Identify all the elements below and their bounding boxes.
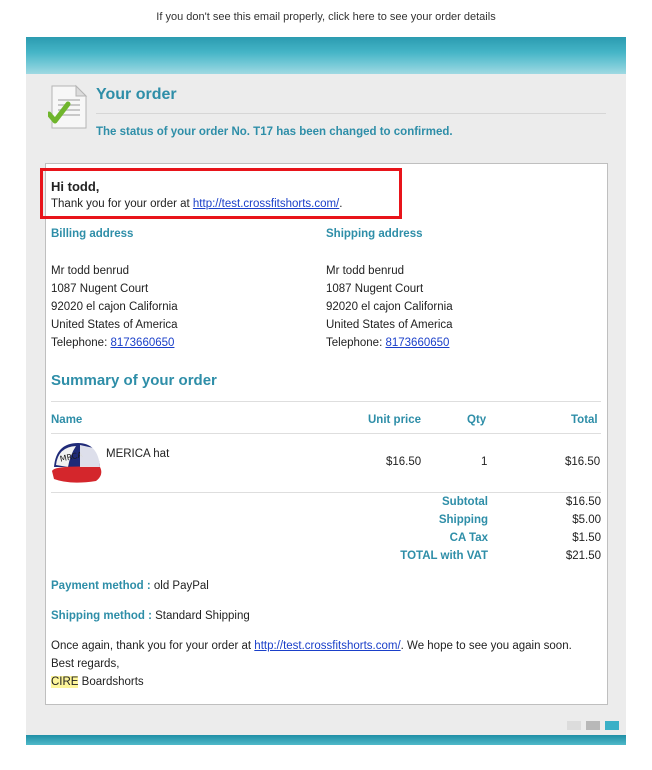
shipping-method-value: Standard Shipping [151,610,250,622]
billing-name: Mr todd benrud [51,265,129,277]
item-name: MERICA hat [106,448,170,460]
order-status-text: The status of your order No. T17 has bee… [96,126,453,138]
summary-title: Summary of your order [51,372,217,389]
brand-name: Boardshorts [78,676,144,688]
closing-text: Once again, thank you for your order at [51,640,255,652]
thank-you-text: Thank you for your order at [51,198,193,210]
subtotal-value: $16.50 [565,496,601,508]
billing-phone-link[interactable]: 8173660650 [110,337,174,349]
item-unit-price: $16.50 [386,456,422,468]
footer-square [567,721,581,730]
shipping-street: 1087 Nugent Court [326,283,424,295]
shipping-phone-link[interactable]: 8173660650 [385,337,449,349]
signature: CIRE Boardshorts [51,676,144,688]
tax-value: $1.50 [572,532,601,544]
header-divider [96,113,606,114]
col-total: Total [571,414,598,426]
shipping-city: 92020 el cajon California [326,301,453,313]
col-unit-price: Unit price [368,414,422,426]
items-divider [51,492,601,493]
thank-you-line: Thank you for your order at http://test.… [51,198,342,210]
billing-address: Mr todd benrud 1087 Nugent Court 92020 e… [51,262,178,352]
product-thumbnail: MRCA [52,443,102,483]
shipping-tel-label: Telephone: [326,337,386,349]
greeting: Hi todd, [51,179,100,194]
shipping-address-label: Shipping address [326,228,423,240]
payment-method: Payment method : old PayPal [51,580,209,592]
shipping-name: Mr todd benrud [326,265,404,277]
billing-tel-label: Telephone: [51,337,111,349]
subtotal-label: Subtotal [442,496,488,508]
billing-address-label: Billing address [51,228,134,240]
shipping-telephone: Telephone: 8173660650 [326,334,453,352]
shipping-cost-label: Shipping [438,514,488,526]
billing-country: United States of America [51,319,178,331]
shipping-cost-value: $5.00 [572,514,601,526]
grand-total-label: TOTAL with VAT [400,550,488,562]
thank-you-suffix: . [339,198,343,210]
email-banner [26,37,626,74]
email-footer-bar [26,735,626,745]
shipping-country: United States of America [326,319,453,331]
summary-divider [51,401,601,402]
payment-method-label: Payment method : [51,580,151,592]
item-total: $16.50 [565,456,601,468]
item-qty: 1 [481,456,488,468]
order-details-panel [45,163,608,705]
billing-street: 1087 Nugent Court [51,283,149,295]
closing-line: Once again, thank you for your order at … [51,640,572,652]
footer-square [605,721,619,730]
closing-suffix: . We hope to see you again soon. [400,640,572,652]
shipping-address: Mr todd benrud 1087 Nugent Court 92020 e… [326,262,453,352]
view-order-link[interactable]: If you don't see this email properly, cl… [0,11,652,23]
brand-highlight: CIRE [51,676,79,688]
billing-telephone: Telephone: 8173660650 [51,334,178,352]
billing-city: 92020 el cajon California [51,301,178,313]
header-row-divider [51,433,601,434]
col-name: Name [51,414,83,426]
shop-link[interactable]: http://test.crossfitshorts.com/ [193,198,339,210]
grand-total-value: $21.50 [565,550,601,562]
document-check-icon [48,84,88,129]
shipping-method-label: Shipping method : [51,610,152,622]
page-title: Your order [96,86,177,103]
payment-method-value: old PayPal [150,580,209,592]
regards: Best regards, [51,658,120,670]
col-qty: Qty [467,414,487,426]
closing-shop-link[interactable]: http://test.crossfitshorts.com/ [254,640,400,652]
footer-square [586,721,600,730]
tax-label: CA Tax [449,532,488,544]
shipping-method: Shipping method : Standard Shipping [51,610,250,622]
